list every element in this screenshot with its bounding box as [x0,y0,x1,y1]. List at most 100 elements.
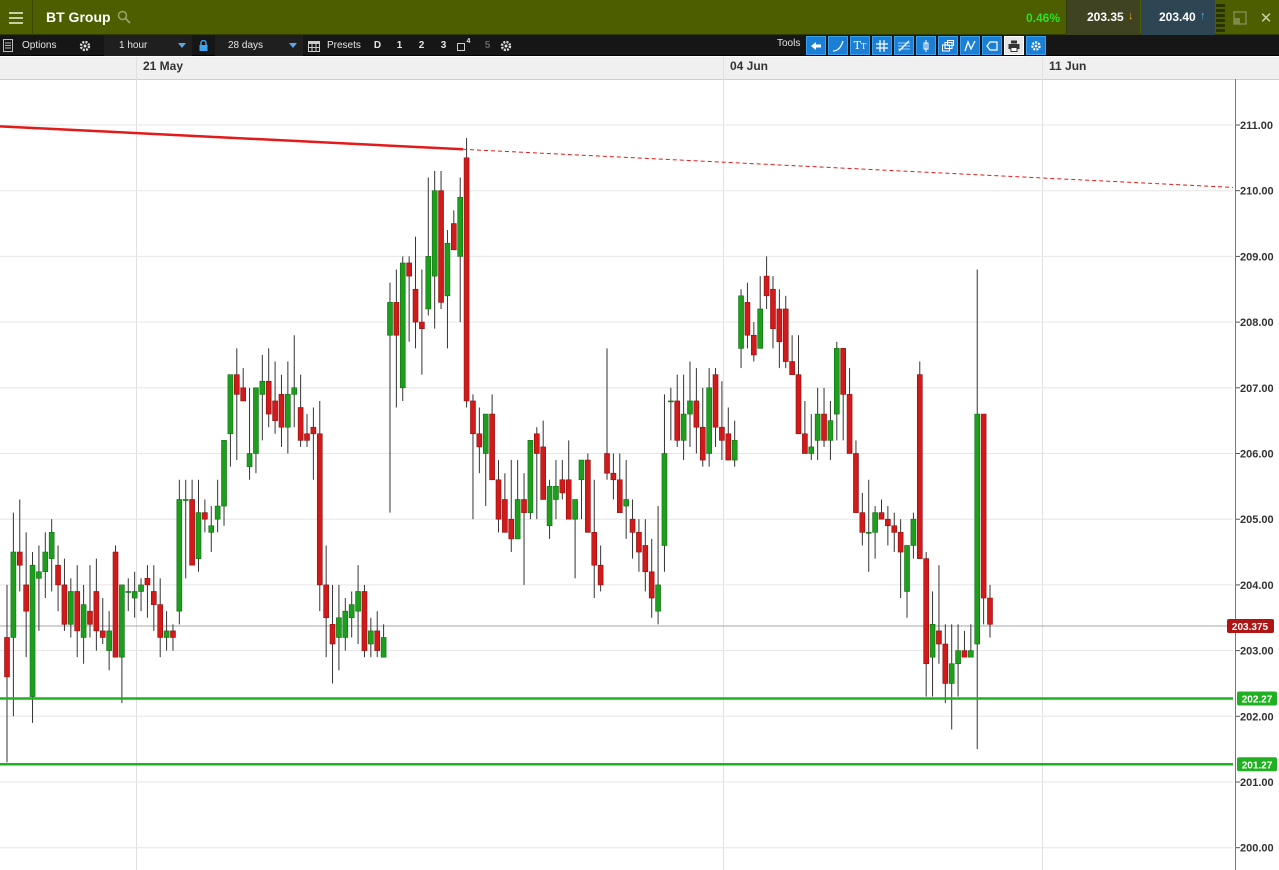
preset-2-button[interactable]: 2 [412,35,431,56]
candle-body [310,426,317,435]
candle-body [668,400,674,403]
candle [482,413,489,507]
text-tool-icon[interactable]: TT [850,36,870,55]
y-axis-label: 201.00 [1240,777,1274,789]
layers-icon[interactable] [938,36,958,55]
close-icon[interactable]: ✕ [1253,0,1279,35]
candle-body [961,650,968,658]
candle [151,565,157,631]
candle-body [195,512,202,559]
print-icon[interactable] [1004,36,1024,55]
candle-body [412,288,419,323]
calendar-icon[interactable] [308,35,320,56]
candle-body [980,413,987,599]
candle-body [540,446,546,500]
candle-body [470,400,476,435]
tool-settings-icon[interactable] [1026,36,1046,55]
candle-tool-icon[interactable] [916,36,936,55]
candle [814,387,821,461]
candle-body [138,584,144,592]
preset-3-button[interactable]: 3 [434,35,453,56]
pattern-icon[interactable] [960,36,980,55]
document-icon[interactable] [3,35,15,56]
candle-body [770,288,776,329]
sell-button[interactable]: 203.35 ↓ [1066,0,1140,35]
candle [878,499,885,520]
trend-line-icon[interactable] [828,36,848,55]
grid-icon[interactable] [872,36,892,55]
candle [693,368,700,454]
candle [821,387,827,447]
candle [546,479,553,539]
candle [540,420,546,500]
candle-body [29,564,36,697]
lock-icon[interactable] [199,35,209,56]
candle-body [968,650,974,658]
candle [240,368,246,402]
candle [138,578,144,612]
candle-body [144,578,151,586]
candle-body [527,440,534,513]
candle [508,460,515,553]
candle [636,519,642,572]
candle [342,598,349,651]
preset-4-button[interactable]: 4 [454,35,473,56]
support-level-label: 202.27 [1242,695,1273,706]
candle-body [444,242,451,297]
candle [699,387,706,467]
candle [272,361,278,434]
settings-gear-icon[interactable] [79,35,91,56]
candle [329,584,336,684]
candle-body [757,308,764,349]
preset-1-button[interactable]: 1 [390,35,409,56]
candle [578,459,585,520]
fibonacci-icon[interactable] [894,36,914,55]
interval-value: 1 hour [119,40,148,51]
candle-body [974,413,981,645]
candle [399,256,406,401]
preset-4-label: 4 [466,38,471,45]
popout-icon[interactable] [1228,0,1252,35]
candle-body [821,413,827,441]
candle-body [10,551,17,638]
candle-body [406,262,412,277]
preset-settings-gear-icon[interactable] [500,35,514,56]
candle [361,584,368,658]
candle [29,552,36,723]
preset-5-button[interactable]: 5 [478,35,497,56]
candle-body [904,545,910,592]
candle [176,479,183,625]
resistance-trendline [0,125,464,151]
candle-body [399,262,406,389]
candle [853,440,859,513]
candle [904,545,910,618]
candle [348,591,355,638]
candle [585,453,591,533]
candle-body [419,321,425,329]
y-axis-label: 210.00 [1240,186,1274,198]
candle-body [119,584,125,658]
candle-body [476,433,483,448]
candle [246,387,253,480]
candle [834,341,840,441]
drag-handle-icon[interactable] [1214,0,1227,35]
candle-body [514,499,521,540]
options-button[interactable]: Options [22,35,56,56]
buy-button[interactable]: 203.40 ↑ [1141,0,1215,35]
interval-select[interactable]: 1 hour [104,35,192,56]
price-chart[interactable]: 21 May 04 Jun 11 Jun 211.00 210.00 209.00 208.… [0,57,1279,870]
candle [182,479,189,579]
chevron-down-icon [289,43,297,48]
candle [221,440,227,526]
candle-body [942,643,949,684]
candle-body [591,532,598,566]
arrow-left-icon[interactable] [806,36,826,55]
preset-d-button[interactable]: D [368,35,387,56]
menu-icon[interactable] [0,0,33,35]
candle-body [763,275,770,297]
label-tag-icon[interactable] [982,36,1002,55]
range-select[interactable]: 28 days [215,35,303,56]
candle [291,335,298,428]
search-icon[interactable] [117,10,131,24]
candle-body [374,630,381,651]
